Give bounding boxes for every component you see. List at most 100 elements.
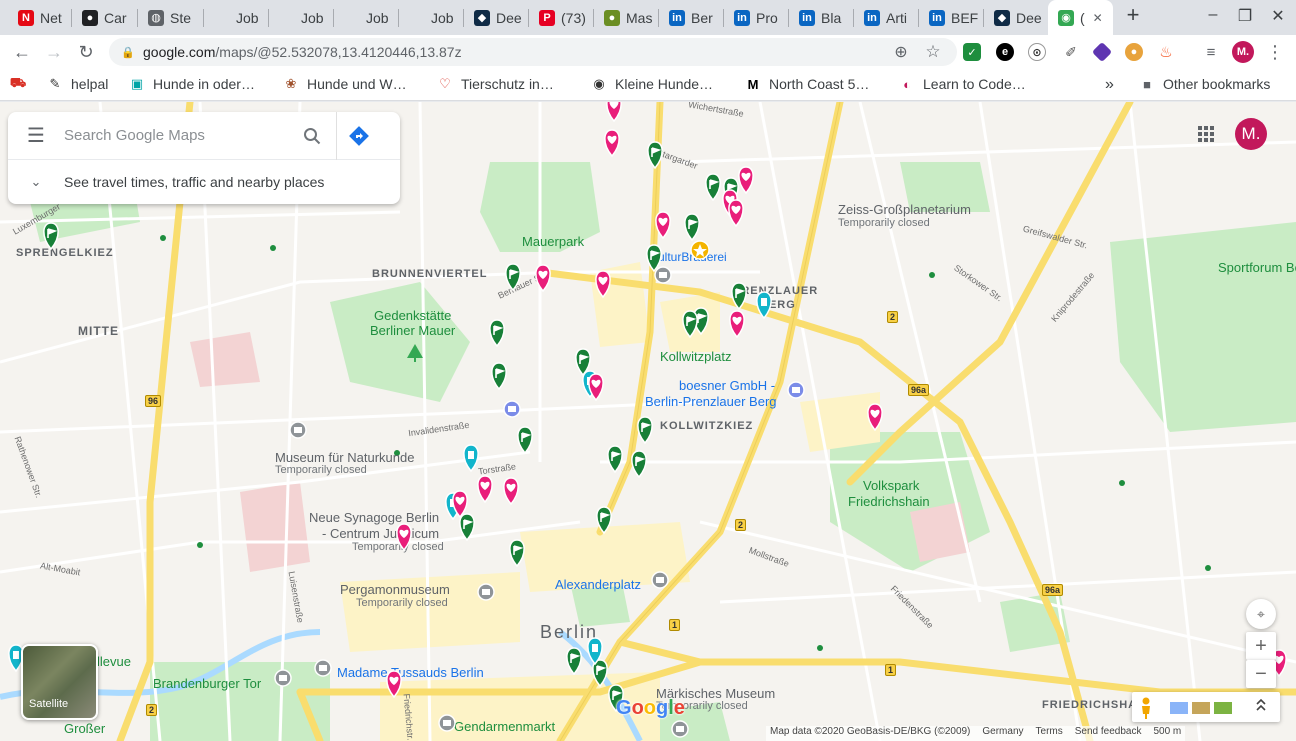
layer-thumb-3[interactable] — [1214, 702, 1232, 714]
bracket-extension-icon[interactable]: ⊙ — [1028, 43, 1046, 61]
flag-pin-icon[interactable] — [647, 141, 663, 170]
starred-place-icon[interactable] — [690, 240, 710, 260]
landmark-icon[interactable] — [671, 720, 689, 738]
other-bookmarks-folder[interactable]: ■ Other bookmarks — [1139, 76, 1270, 92]
flag-pin-icon[interactable] — [509, 539, 525, 568]
browser-tab[interactable]: in Ber — [659, 0, 724, 35]
zoom-out-button[interactable]: − — [1246, 660, 1276, 688]
layer-thumb-2[interactable] — [1192, 702, 1210, 714]
diamond-extension-icon[interactable] — [1091, 41, 1113, 63]
profile-avatar[interactable]: M. — [1232, 41, 1254, 63]
back-button[interactable]: ← — [10, 40, 34, 64]
landmark-icon[interactable] — [289, 421, 307, 439]
browser-tab[interactable]: in BEF — [919, 0, 984, 35]
bookmark-item[interactable]: ▣ Hunde in oder… — [129, 76, 255, 92]
eyedropper-extension-icon[interactable]: ✐ — [1062, 43, 1080, 61]
checkmark-extension-icon[interactable]: ✓ — [963, 43, 981, 61]
heart-pin-icon[interactable] — [535, 264, 551, 293]
flag-pin-icon[interactable] — [489, 319, 505, 348]
e-extension-icon[interactable]: e — [996, 43, 1014, 61]
landmark-icon[interactable] — [503, 400, 521, 418]
flag-pin-icon[interactable] — [646, 244, 662, 273]
flag-pin-icon[interactable] — [684, 213, 700, 242]
heart-pin-icon[interactable] — [386, 670, 402, 699]
close-tab-icon[interactable]: ✕ — [1093, 11, 1103, 25]
browser-tab[interactable]: Job — [399, 0, 464, 35]
fire-extension-icon[interactable]: ♨ — [1157, 43, 1175, 61]
travel-times-row[interactable]: ⌄ See travel times, traffic and nearby p… — [8, 160, 400, 204]
flag-pin-icon[interactable] — [631, 450, 647, 479]
restore-button[interactable]: ❐ — [1233, 6, 1257, 26]
landmark-icon[interactable] — [274, 669, 292, 687]
browser-tab[interactable]: in Pro — [724, 0, 789, 35]
flag-pin-icon[interactable] — [731, 282, 747, 311]
reload-button[interactable]: ↻ — [74, 40, 98, 64]
browser-tab[interactable]: N Net — [8, 0, 72, 35]
flag-pin-icon[interactable] — [505, 263, 521, 292]
flag-pin-icon[interactable] — [705, 173, 721, 202]
browser-tab[interactable]: ◆ Dee — [984, 0, 1048, 35]
browser-tab[interactable]: Job — [269, 0, 334, 35]
browser-tab[interactable]: ◍ Ste — [138, 0, 204, 35]
chrome-menu-icon[interactable]: ⋮ — [1263, 40, 1287, 64]
menu-hamburger-icon[interactable]: ☰ — [8, 112, 64, 160]
bookmarks-overflow-button[interactable]: » — [1105, 76, 1114, 94]
new-tab-button[interactable]: + — [1121, 2, 1145, 28]
landmark-icon[interactable] — [314, 659, 332, 677]
bookmark-item[interactable]: ✎ helpal — [47, 76, 109, 92]
zoom-in-button[interactable]: + — [1246, 632, 1276, 660]
layer-thumb-1[interactable] — [1170, 702, 1188, 714]
teal-place-pin-icon[interactable] — [463, 444, 479, 473]
map-canvas[interactable]: SPRENGELKIEZ BRUNNENVIERTEL MITTE PRENZL… — [0, 102, 1296, 741]
bookmark-item[interactable]: ◉ Kleine Hunde… — [591, 76, 713, 92]
teal-place-pin-icon[interactable] — [756, 291, 772, 320]
directions-button[interactable] — [336, 111, 380, 160]
flag-pin-icon[interactable] — [607, 445, 623, 474]
minimize-button[interactable]: – — [1201, 6, 1225, 24]
heart-pin-icon[interactable] — [595, 270, 611, 299]
landmark-icon[interactable] — [654, 266, 672, 284]
flag-pin-icon[interactable] — [566, 647, 582, 676]
pegman-icon[interactable] — [1142, 697, 1150, 720]
address-bar[interactable]: 🔒 google.com/maps/@52.532078,13.4120446,… — [109, 38, 957, 66]
browser-tab[interactable]: P (73) — [529, 0, 594, 35]
google-apps-icon[interactable] — [1194, 122, 1218, 146]
heart-pin-icon[interactable] — [604, 129, 620, 158]
satellite-layer-toggle[interactable]: Satellite — [21, 644, 98, 720]
flag-pin-icon[interactable] — [517, 426, 533, 455]
cookie-extension-icon[interactable]: ● — [1125, 43, 1143, 61]
close-window-button[interactable]: ✕ — [1266, 6, 1290, 26]
terms-link[interactable]: Terms — [1036, 726, 1063, 741]
bookmark-item[interactable]: M North Coast 5… — [745, 76, 870, 92]
scale-label[interactable]: 500 m — [1153, 726, 1181, 741]
browser-tab[interactable]: ◉ (✕ — [1048, 0, 1113, 35]
park-tree-icon[interactable] — [407, 344, 423, 362]
my-location-button[interactable]: ⌖ — [1246, 599, 1276, 629]
bookmark-item[interactable]: ❀ Hunde und W… — [283, 76, 407, 92]
send-feedback-link[interactable]: Send feedback — [1075, 726, 1142, 741]
bookmark-star-icon[interactable]: ☆ — [921, 40, 945, 64]
landmark-icon[interactable] — [787, 381, 805, 399]
forward-button[interactable]: → — [42, 40, 66, 64]
browser-tab[interactable]: Job — [334, 0, 399, 35]
browser-tab[interactable]: Job — [204, 0, 269, 35]
landmark-icon[interactable] — [438, 714, 456, 732]
flag-pin-icon[interactable] — [459, 513, 475, 542]
bookmark-car-icon[interactable]: ⛟ — [10, 75, 34, 92]
heart-pin-icon[interactable] — [655, 211, 671, 240]
flag-pin-icon[interactable] — [596, 506, 612, 535]
expand-icon[interactable] — [1256, 698, 1266, 711]
heart-pin-icon[interactable] — [728, 199, 744, 228]
add-search-engine-icon[interactable]: ⊕ — [889, 40, 913, 64]
browser-tab[interactable]: ● Car — [72, 0, 138, 35]
browser-tab[interactable]: ◆ Dee — [464, 0, 529, 35]
landmark-icon[interactable] — [651, 571, 669, 589]
browser-tab[interactable]: in Arti — [854, 0, 919, 35]
heart-pin-icon[interactable] — [738, 166, 754, 195]
heart-pin-icon[interactable] — [606, 102, 622, 123]
bookmark-item[interactable]: ◐ Learn to Code… — [899, 76, 1026, 92]
flag-pin-icon[interactable] — [637, 416, 653, 445]
browser-tab[interactable]: in Bla — [789, 0, 854, 35]
heart-pin-icon[interactable] — [396, 523, 412, 552]
heart-pin-icon[interactable] — [503, 477, 519, 506]
